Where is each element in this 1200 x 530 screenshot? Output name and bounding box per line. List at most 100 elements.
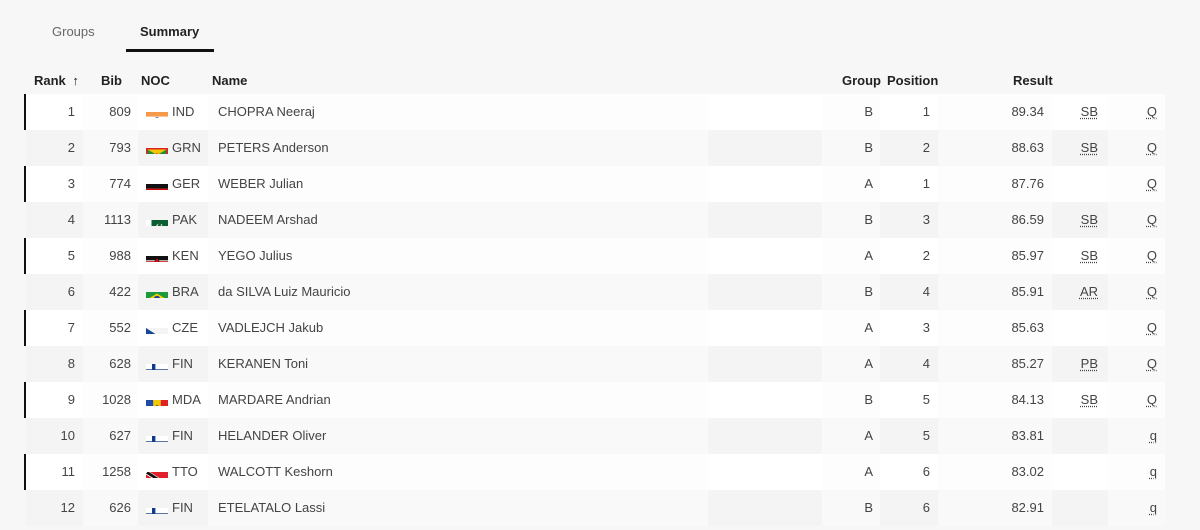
record-mark[interactable]: SB [1081,140,1098,155]
spacer-cell [708,490,822,526]
athlete-name[interactable]: WEBER Julian [208,166,708,202]
bib-cell: 1028 [83,382,138,418]
results-tabs: Groups Summary [0,0,400,54]
table-row[interactable]: 2 793 GRN PETERS Anderson B 2 88.63 SB Q [0,130,1200,166]
column-header-result[interactable]: Result [1013,64,1053,98]
athlete-name[interactable]: VADLEJCH Jakub [208,310,708,346]
spacer-cell [708,274,822,310]
record-cell [1052,418,1108,454]
record-mark[interactable]: SB [1081,104,1098,119]
noc-cell: PAK [138,202,208,238]
record-mark[interactable]: SB [1081,392,1098,407]
record-mark[interactable]: SB [1081,248,1098,263]
noc-code: GRN [172,140,201,155]
trinidad-tobago-flag-icon [146,464,168,478]
column-header-position[interactable]: Position [887,64,938,98]
qualification-cell: Q [1108,166,1165,202]
athlete-name[interactable]: YEGO Julius [208,238,708,274]
result-cell: 88.63 [938,130,1052,166]
qualification-mark[interactable]: Q [1147,320,1157,335]
position-cell: 5 [880,418,938,454]
table-row[interactable]: 1 809 IND CHOPRA Neeraj B 1 89.34 SB Q [0,94,1200,130]
result-cell: 87.76 [938,166,1052,202]
table-row[interactable]: 10 627 FIN HELANDER Oliver A 5 83.81 q [0,418,1200,454]
result-cell: 85.91 [938,274,1052,310]
table-row[interactable]: 8 628 FIN KERANEN Toni A 4 85.27 PB Q [0,346,1200,382]
record-mark[interactable]: SB [1081,212,1098,227]
table-row[interactable]: 12 626 FIN ETELATALO Lassi B 6 82.91 q [0,490,1200,526]
qualification-mark[interactable]: Q [1147,104,1157,119]
table-row[interactable]: 3 774 GER WEBER Julian A 1 87.76 Q [0,166,1200,202]
rank-cell: 5 [26,238,83,274]
group-cell: B [822,382,880,418]
qualification-mark[interactable]: Q [1147,248,1157,263]
athlete-name[interactable]: WALCOTT Keshorn [208,454,708,490]
record-mark[interactable]: AR [1080,284,1098,299]
position-cell: 2 [880,130,938,166]
bib-cell: 1258 [83,454,138,490]
athlete-name[interactable]: PETERS Anderson [208,130,708,166]
column-header-bib[interactable]: Bib [101,64,122,98]
tab-summary[interactable]: Summary [140,24,199,39]
qualification-mark[interactable]: Q [1147,212,1157,227]
tab-groups[interactable]: Groups [52,24,95,39]
germany-flag-icon [146,176,168,190]
qualification-mark[interactable]: Q [1147,356,1157,371]
noc-code: GER [172,176,201,191]
sort-ascending-icon[interactable]: ↑ [72,73,79,88]
result-cell: 86.59 [938,202,1052,238]
kenya-flag-icon [146,248,168,262]
record-cell [1052,490,1108,526]
noc-cell: IND [138,94,208,130]
noc-code: FIN [172,356,193,371]
qualification-cell: q [1108,454,1165,490]
athlete-name[interactable]: MARDARE Andrian [208,382,708,418]
athlete-name[interactable]: NADEEM Arshad [208,202,708,238]
column-header-group[interactable]: Group [842,64,881,98]
rank-cell: 1 [26,94,83,130]
qualification-mark[interactable]: q [1150,500,1157,515]
athlete-name[interactable]: HELANDER Oliver [208,418,708,454]
table-row[interactable]: 7 552 CZE VADLEJCH Jakub A 3 85.63 Q [0,310,1200,346]
bib-cell: 628 [83,346,138,382]
qualification-cell: Q [1108,202,1165,238]
column-header-rank[interactable]: Rank ↑ [34,64,79,98]
column-header-noc[interactable]: NOC [141,64,170,98]
athlete-name[interactable]: CHOPRA Neeraj [208,94,708,130]
record-mark[interactable]: PB [1081,356,1098,371]
qualification-cell: Q [1108,94,1165,130]
noc-cell: GER [138,166,208,202]
athlete-name[interactable]: KERANEN Toni [208,346,708,382]
qualification-mark[interactable]: Q [1147,140,1157,155]
qualification-cell: Q [1108,346,1165,382]
qualification-mark[interactable]: q [1150,428,1157,443]
qualification-cell: Q [1108,238,1165,274]
record-cell [1052,454,1108,490]
result-cell: 83.81 [938,418,1052,454]
column-header-name[interactable]: Name [212,64,247,98]
table-row[interactable]: 6 422 BRA da SILVA Luiz Mauricio B 4 85.… [0,274,1200,310]
noc-code: IND [172,104,195,119]
qualification-mark[interactable]: Q [1147,392,1157,407]
qualification-mark[interactable]: q [1150,464,1157,479]
table-row[interactable]: 5 988 KEN YEGO Julius A 2 85.97 SB Q [0,238,1200,274]
spacer-cell [708,454,822,490]
india-flag-icon [146,104,168,118]
athlete-name[interactable]: da SILVA Luiz Mauricio [208,274,708,310]
qualification-mark[interactable]: Q [1147,176,1157,191]
qualification-mark[interactable]: Q [1147,284,1157,299]
table-row[interactable]: 4 1113 PAK NADEEM Arshad B 3 86.59 SB Q [0,202,1200,238]
finland-flag-icon [146,428,168,442]
record-cell: PB [1052,346,1108,382]
rank-cell: 10 [26,418,83,454]
table-header-row: Rank ↑ Bib NOC Name Group Position Resul… [0,64,1200,98]
athlete-name[interactable]: ETELATALO Lassi [208,490,708,526]
table-row[interactable]: 11 1258 TTO WALCOTT Keshorn A 6 83.02 q [0,454,1200,490]
finland-flag-icon [146,500,168,514]
result-cell: 85.97 [938,238,1052,274]
qualification-cell: Q [1108,274,1165,310]
qualification-cell: Q [1108,382,1165,418]
table-row[interactable]: 9 1028 MDA MARDARE Andrian B 5 84.13 SB … [0,382,1200,418]
position-cell: 5 [880,382,938,418]
position-cell: 4 [880,274,938,310]
